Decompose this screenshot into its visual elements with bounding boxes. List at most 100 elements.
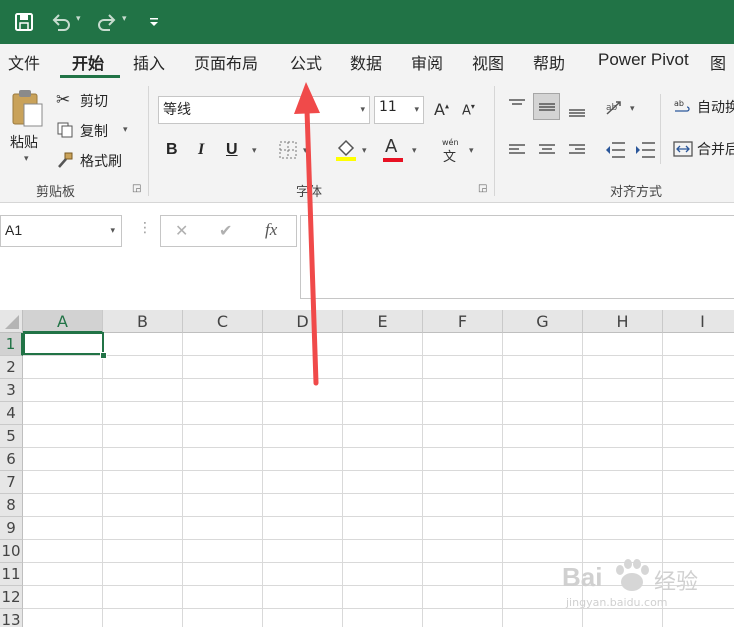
- cut-button[interactable]: ✂ 剪切: [56, 90, 116, 112]
- orientation-dropdown-icon[interactable]: ▾: [630, 104, 635, 114]
- tab-home[interactable]: 开始: [72, 50, 104, 74]
- column-header-i[interactable]: I: [663, 310, 734, 333]
- align-middle-button[interactable]: [533, 93, 560, 120]
- row-header-12[interactable]: 12: [0, 586, 23, 609]
- chevron-down-icon[interactable]: ▾: [414, 105, 419, 115]
- tab-data[interactable]: 数据: [350, 50, 382, 74]
- border-icon[interactable]: [279, 141, 297, 159]
- redo-icon[interactable]: [96, 12, 118, 32]
- tab-file[interactable]: 文件: [8, 50, 40, 74]
- formula-bar-grip-icon[interactable]: ⋮: [138, 220, 152, 236]
- insert-function-button[interactable]: fx: [265, 220, 277, 240]
- font-group-label: 字体: [296, 185, 323, 200]
- underline-button[interactable]: U: [226, 141, 238, 159]
- redo-dropdown-icon[interactable]: ▾: [122, 14, 127, 24]
- fill-color-icon[interactable]: [335, 138, 357, 162]
- format-painter-button[interactable]: 格式刷: [56, 150, 136, 172]
- select-all-button[interactable]: [0, 310, 23, 333]
- row-header-3[interactable]: 3: [0, 379, 23, 402]
- decrease-indent-icon[interactable]: [604, 140, 626, 160]
- font-color-dropdown-icon[interactable]: ▾: [412, 146, 417, 156]
- column-header-d[interactable]: D: [263, 310, 343, 333]
- orientation-icon[interactable]: ab: [604, 98, 626, 118]
- column-header-g[interactable]: G: [503, 310, 583, 333]
- name-box[interactable]: A1 ▾: [0, 215, 122, 247]
- paste-dropdown-icon[interactable]: ▾: [24, 154, 29, 164]
- tab-view[interactable]: 视图: [472, 50, 504, 74]
- row-header-7[interactable]: 7: [0, 471, 23, 494]
- font-name-combo[interactable]: 等线 ▾: [158, 96, 370, 124]
- chevron-down-icon[interactable]: ▾: [360, 105, 365, 115]
- copy-dropdown-icon[interactable]: ▾: [123, 125, 128, 135]
- tab-review[interactable]: 审阅: [411, 50, 443, 74]
- column-header-e[interactable]: E: [343, 310, 423, 333]
- formula-input[interactable]: [300, 215, 734, 299]
- fill-handle[interactable]: [100, 352, 107, 359]
- tab-truncated[interactable]: 图: [710, 50, 726, 74]
- gridline-horizontal: [23, 378, 734, 379]
- merge-center-button[interactable]: 合并后: [673, 138, 734, 162]
- column-header-c[interactable]: C: [183, 310, 263, 333]
- wrap-text-button[interactable]: ab 自动换: [673, 96, 734, 120]
- border-dropdown-icon[interactable]: ▾: [303, 146, 308, 156]
- phonetic-guide-button[interactable]: wén 文: [440, 138, 466, 165]
- bold-button[interactable]: B: [166, 141, 178, 159]
- column-header-h[interactable]: H: [583, 310, 663, 333]
- paste-button[interactable]: 粘贴 ▾: [6, 88, 48, 168]
- watermark-brand: Bai: [562, 562, 603, 592]
- grow-font-button[interactable]: A▴: [434, 100, 449, 119]
- increase-indent-icon[interactable]: [634, 140, 656, 160]
- align-middle-icon: [539, 103, 555, 111]
- customize-quick-access-icon[interactable]: [148, 16, 160, 28]
- select-all-triangle-icon: [5, 315, 19, 329]
- gridline-horizontal: [23, 355, 734, 356]
- font-size-combo[interactable]: 11 ▾: [374, 96, 424, 124]
- enter-icon[interactable]: ✔: [219, 221, 232, 240]
- save-icon[interactable]: [14, 12, 34, 32]
- font-dialog-launcher-icon[interactable]: ◲: [478, 183, 487, 194]
- column-header-b[interactable]: B: [103, 310, 183, 333]
- italic-button[interactable]: I: [198, 141, 204, 159]
- row-header-8[interactable]: 8: [0, 494, 23, 517]
- paw-logo-icon: [616, 559, 649, 591]
- undo-dropdown-icon[interactable]: ▾: [76, 14, 81, 24]
- row-header-2[interactable]: 2: [0, 356, 23, 379]
- watermark-jingyan: 经验: [654, 570, 699, 595]
- merge-cells-icon: [673, 141, 693, 157]
- align-bottom-icon[interactable]: [568, 102, 586, 118]
- tab-power-pivot[interactable]: Power Pivot: [598, 50, 689, 70]
- align-center-icon[interactable]: [538, 142, 556, 158]
- active-cell-a1[interactable]: [23, 332, 104, 355]
- column-header-a[interactable]: A: [23, 310, 103, 333]
- align-top-icon[interactable]: [508, 98, 526, 114]
- row-header-6[interactable]: 6: [0, 448, 23, 471]
- copy-button[interactable]: 复制 ▾: [56, 120, 136, 142]
- tab-insert[interactable]: 插入: [133, 50, 165, 74]
- row-header-1[interactable]: 1: [0, 333, 23, 356]
- font-color-swatch: [383, 158, 403, 162]
- fill-color-dropdown-icon[interactable]: ▾: [362, 146, 367, 156]
- underline-dropdown-icon[interactable]: ▾: [252, 146, 257, 156]
- tab-formulas[interactable]: 公式: [290, 50, 322, 74]
- tab-help[interactable]: 帮助: [533, 50, 565, 74]
- chevron-down-icon[interactable]: ▾: [110, 226, 115, 236]
- align-left-icon[interactable]: [508, 142, 526, 158]
- align-right-icon[interactable]: [568, 142, 586, 158]
- clipboard-dialog-launcher-icon[interactable]: ◲: [132, 183, 141, 194]
- row-header-4[interactable]: 4: [0, 402, 23, 425]
- font-color-button[interactable]: A: [385, 136, 397, 157]
- gridline-horizontal: [23, 516, 734, 517]
- watermark-url: jingyan.baidu.com: [566, 596, 668, 609]
- row-header-10[interactable]: 10: [0, 540, 23, 563]
- shrink-font-button[interactable]: A▾: [462, 102, 475, 118]
- row-header-11[interactable]: 11: [0, 563, 23, 586]
- row-header-5[interactable]: 5: [0, 425, 23, 448]
- tab-page-layout[interactable]: 页面布局: [194, 50, 258, 74]
- row-header-13[interactable]: 13: [0, 609, 23, 627]
- undo-icon[interactable]: [50, 12, 72, 32]
- group-divider: [494, 86, 495, 196]
- column-header-f[interactable]: F: [423, 310, 503, 333]
- cancel-icon[interactable]: ✕: [175, 221, 188, 240]
- row-header-9[interactable]: 9: [0, 517, 23, 540]
- phonetic-dropdown-icon[interactable]: ▾: [469, 146, 474, 156]
